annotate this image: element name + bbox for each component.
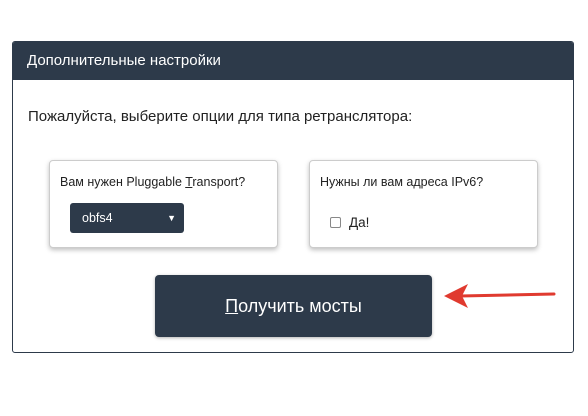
caret-down-icon: ▼ bbox=[167, 213, 176, 223]
ipv6-checkbox[interactable] bbox=[330, 217, 341, 228]
ipv6-label: Нужны ли вам адреса IPv6? bbox=[320, 175, 484, 189]
transport-select-value: obfs4 bbox=[82, 211, 113, 225]
panel-title: Дополнительные настройки bbox=[13, 42, 573, 80]
transport-select[interactable]: obfs4 ▼ bbox=[70, 203, 184, 233]
ipv6-card: Нужны ли вам адреса IPv6? Да! bbox=[309, 160, 538, 248]
red-arrow-icon bbox=[444, 284, 556, 308]
page: Дополнительные настройки Пожалуйста, выб… bbox=[0, 0, 588, 416]
transport-card: Вам нужен Pluggable Transport? obfs4 ▼ bbox=[49, 160, 278, 248]
transport-label: Вам нужен Pluggable Transport? bbox=[60, 175, 246, 189]
ipv6-checkbox-row[interactable]: Да! bbox=[330, 215, 369, 230]
intro-text: Пожалуйста, выберите опции для типа ретр… bbox=[28, 108, 413, 125]
get-bridges-button[interactable]: Получить мосты bbox=[155, 275, 432, 337]
ipv6-checkbox-label[interactable]: Да! bbox=[349, 215, 369, 230]
